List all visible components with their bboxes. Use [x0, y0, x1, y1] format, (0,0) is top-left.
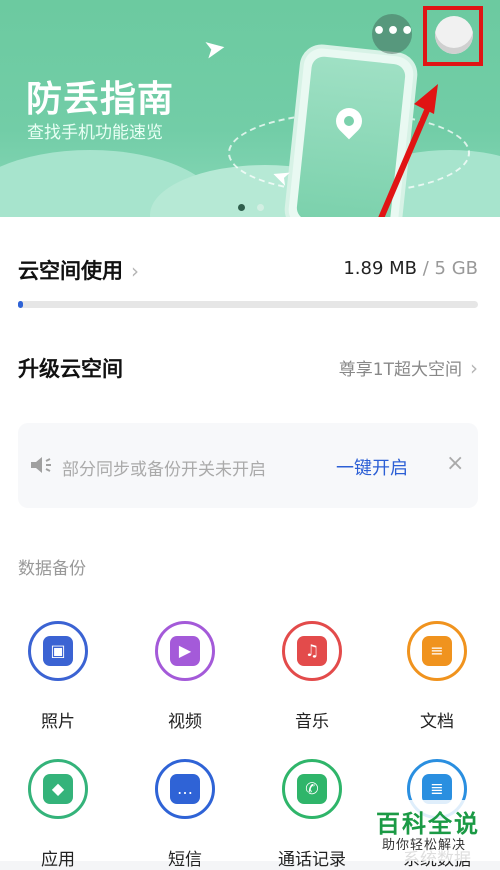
close-icon[interactable]: ×	[446, 451, 464, 476]
backup-item-label: 照片	[41, 712, 75, 732]
storage-progress-fill	[18, 301, 23, 308]
storage-used: 1.89 MB	[343, 258, 417, 279]
backup-section-label: 数据备份	[18, 559, 86, 579]
video-icon: ▶	[170, 636, 200, 666]
backup-item-phone[interactable]: ✆ 通话记录	[262, 759, 362, 870]
storage-progress-bar	[18, 301, 478, 308]
backup-item-ring: ✆	[282, 759, 342, 819]
annotation-arrow	[373, 84, 438, 233]
music-icon: ♫	[297, 636, 327, 666]
backup-item-music[interactable]: ♫ 音乐	[262, 621, 362, 732]
document-icon: ≡	[422, 636, 452, 666]
chevron-right-icon: ›	[470, 356, 478, 380]
backup-item-document[interactable]: ≡ 文档	[387, 621, 487, 732]
backup-item-ring: ◆	[28, 759, 88, 819]
backup-item-label: 短信	[168, 850, 202, 870]
phone-icon: ✆	[297, 774, 327, 804]
backup-item-ring: ▣	[28, 621, 88, 681]
backup-item-photo[interactable]: ▣ 照片	[8, 621, 108, 732]
upgrade-promo-link[interactable]: 尊享1T超大空间 ›	[339, 355, 478, 380]
storage-usage-row[interactable]: 云空间使用 ›	[18, 255, 139, 285]
photo-icon: ▣	[43, 636, 73, 666]
content-card: 云空间使用 › 1.89 MB / 5 GB 升级云空间 尊享1T超大空间 › 部分…	[0, 217, 500, 870]
backup-item-ring: ≡	[407, 621, 467, 681]
storage-total: 5 GB	[434, 258, 478, 279]
sync-notice-text: 部分同步或备份开关未开启	[62, 460, 266, 480]
storage-usage-title: 云空间使用	[18, 259, 123, 283]
backup-item-android[interactable]: ◆ 应用	[8, 759, 108, 870]
backup-item-label: 通话记录	[278, 850, 346, 870]
speaker-icon	[28, 453, 52, 477]
backup-item-ring: ▶	[155, 621, 215, 681]
backup-item-video[interactable]: ▶ 视频	[135, 621, 235, 732]
upgrade-promo-text: 尊享1T超大空间	[338, 360, 462, 380]
backup-item-ring: ♫	[282, 621, 342, 681]
backup-item-ring: …	[155, 759, 215, 819]
storage-usage-value: 1.89 MB / 5 GB	[343, 258, 478, 279]
backup-item-label: 音乐	[295, 712, 329, 732]
backup-item-label: 文档	[420, 712, 454, 732]
backup-item-label: 视频	[168, 712, 202, 732]
watermark-subtitle: 助你轻松解决	[382, 838, 467, 853]
backup-item-message[interactable]: … 短信	[135, 759, 235, 870]
message-icon: …	[170, 774, 200, 804]
chevron-right-icon: ›	[131, 259, 139, 283]
watermark: 百科全说 助你轻松解决	[364, 800, 500, 861]
storage-separator: /	[417, 258, 435, 279]
backup-item-label: 应用	[41, 850, 75, 870]
sync-notice-banner: 部分同步或备份开关未开启 一键开启 ×	[18, 423, 478, 508]
upgrade-storage-title[interactable]: 升级云空间	[18, 353, 123, 383]
enable-all-button[interactable]: 一键开启	[336, 454, 408, 480]
android-icon: ◆	[43, 774, 73, 804]
